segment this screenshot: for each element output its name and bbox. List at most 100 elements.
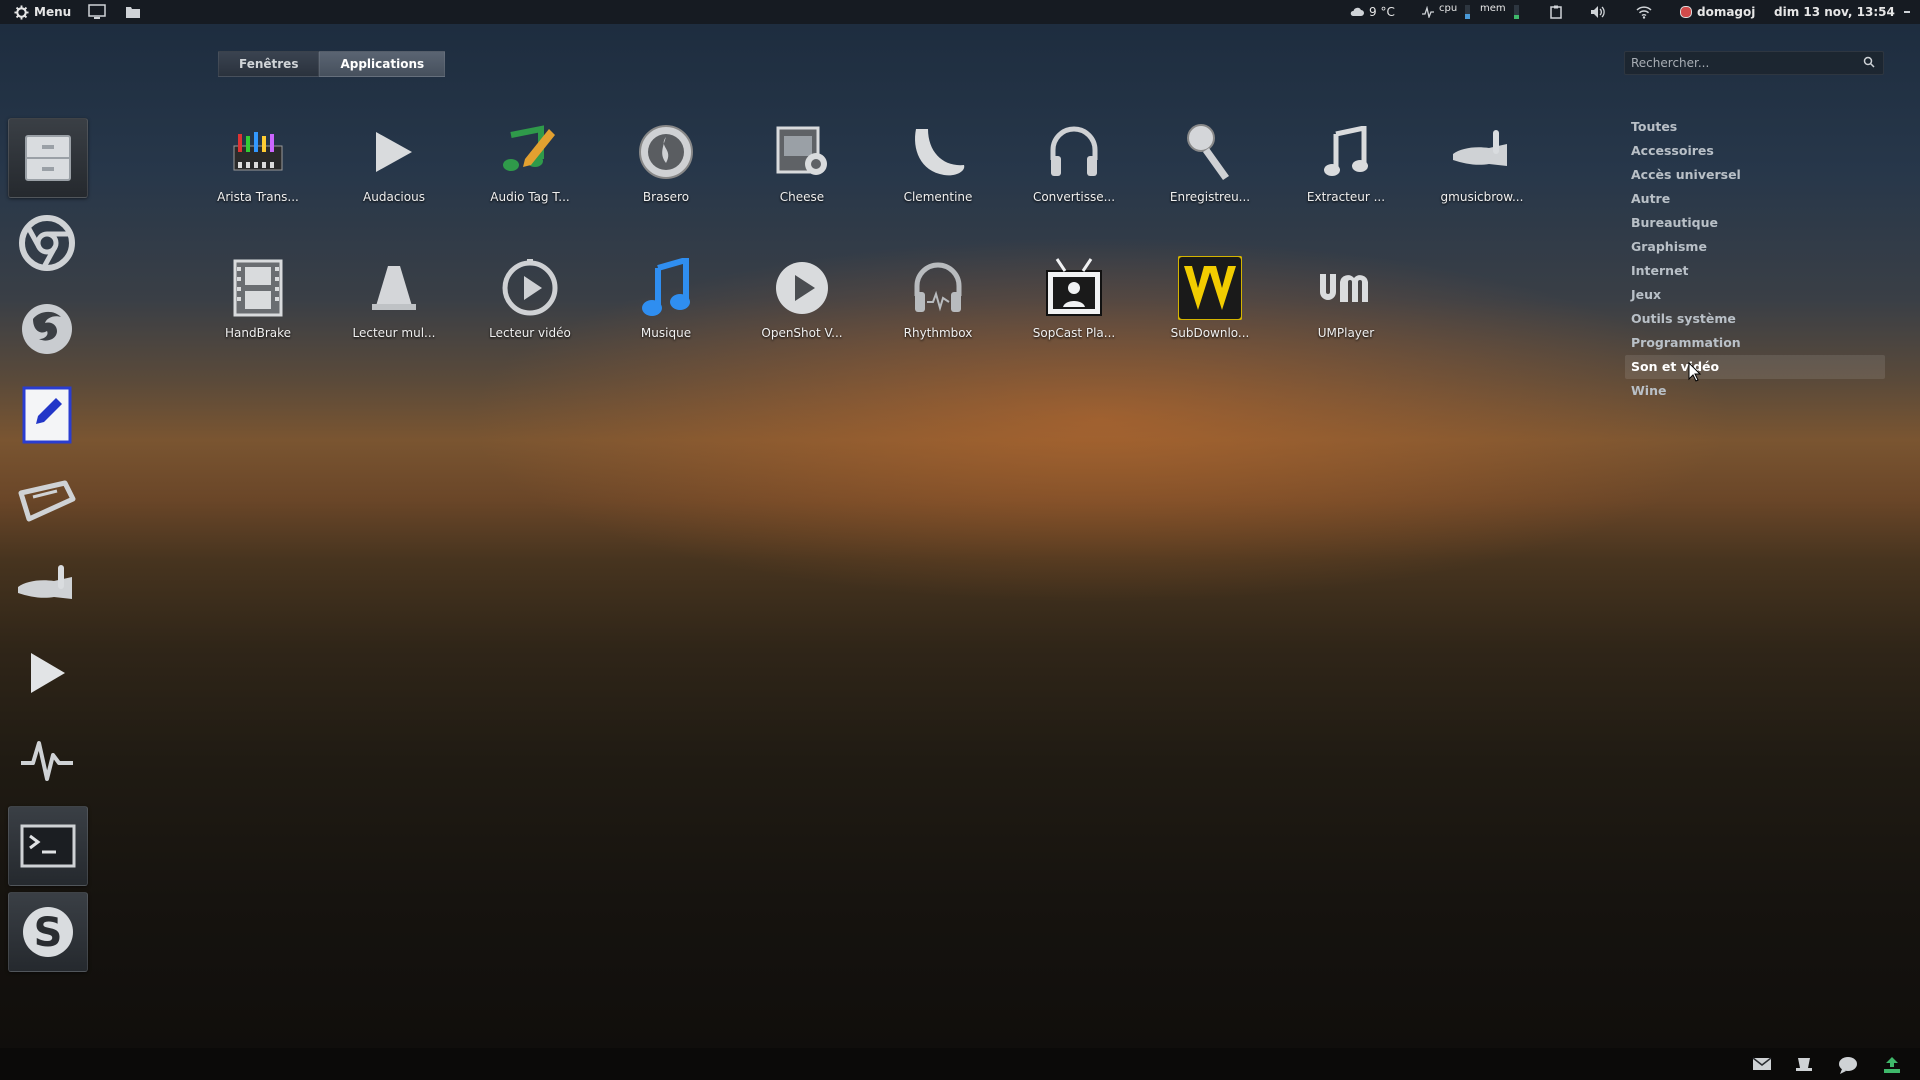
- category-jeux[interactable]: Jeux: [1625, 283, 1885, 307]
- app-label: Rhythmbox: [903, 326, 973, 340]
- app-extracteur[interactable]: Extracteur ...: [1278, 120, 1414, 230]
- app-umplayer[interactable]: UMPlayer: [1278, 256, 1414, 366]
- category-programmation[interactable]: Programmation: [1625, 331, 1885, 355]
- category-outils-systeme[interactable]: Outils système: [1625, 307, 1885, 331]
- dock-media-player[interactable]: [8, 634, 86, 712]
- app-label: Musique: [640, 326, 692, 340]
- search-input[interactable]: [1625, 55, 1853, 71]
- view-tabs: Fenêtres Applications: [218, 51, 446, 77]
- app-label: Brasero: [642, 190, 690, 204]
- brasero-icon: [639, 125, 693, 179]
- update-icon[interactable]: [1882, 1056, 1902, 1074]
- user-applet[interactable]: domagoj: [1680, 0, 1755, 24]
- rhythmbox-icon: [914, 262, 962, 312]
- files-button[interactable]: [126, 0, 140, 24]
- dock-terminal[interactable]: [8, 806, 88, 886]
- svg-text:S: S: [34, 910, 63, 956]
- app-enregistreur[interactable]: Enregistreu...: [1142, 120, 1278, 230]
- tab-applications[interactable]: Applications: [319, 51, 446, 77]
- app-audacious[interactable]: Audacious: [326, 120, 462, 230]
- category-accessoires[interactable]: Accessoires: [1625, 139, 1885, 163]
- clock-applet[interactable]: dim 13 nov, 13:54: [1774, 0, 1895, 24]
- app-label: Audacious: [363, 190, 425, 204]
- dash-icon: [1904, 11, 1910, 13]
- app-musique[interactable]: Musique: [598, 256, 734, 366]
- app-convertisseur[interactable]: Convertisse...: [1006, 120, 1142, 230]
- cpu-label: cpu: [1439, 2, 1458, 14]
- app-label: Lecteur vidéo: [489, 326, 571, 340]
- clementine-icon: [915, 129, 965, 176]
- app-cheese[interactable]: Cheese: [734, 120, 870, 230]
- top-panel: Menu 9 °C cpu mem domagoj dim 13 nov, 13…: [0, 0, 1920, 24]
- app-brasero[interactable]: Brasero: [598, 120, 734, 230]
- app-label: Extracteur ...: [1306, 190, 1386, 204]
- ticket-icon: [18, 480, 76, 522]
- category-son-et-video[interactable]: Son et vidéo: [1625, 355, 1885, 379]
- app-clementine[interactable]: Clementine: [870, 120, 1006, 230]
- dock-gmusicbrowser[interactable]: [8, 548, 86, 626]
- app-label: Cheese: [779, 190, 825, 204]
- system-monitor-icon: [21, 741, 73, 781]
- gmusicbrowser-dock-icon: [18, 565, 72, 599]
- app-label: gmusicbrow...: [1440, 190, 1524, 204]
- app-sopcast[interactable]: SopCast Pla...: [1006, 256, 1142, 366]
- cloud-icon: [1350, 7, 1364, 16]
- app-audio-tag[interactable]: Audio Tag T...: [462, 120, 598, 230]
- user-name: domagoj: [1697, 5, 1756, 19]
- volume-applet[interactable]: [1590, 0, 1606, 24]
- menu-button[interactable]: Menu: [14, 0, 71, 24]
- show-desktop-button[interactable]: [88, 0, 106, 24]
- search-box: [1624, 51, 1884, 75]
- app-lecteur-multimedia[interactable]: Lecteur mul...: [326, 256, 462, 366]
- mouse-pointer-icon: [1688, 362, 1702, 382]
- category-toutes[interactable]: Toutes: [1625, 115, 1885, 139]
- dock-firefox[interactable]: [8, 290, 86, 368]
- category-internet[interactable]: Internet: [1625, 259, 1885, 283]
- app-label: Enregistreu...: [1169, 190, 1251, 204]
- app-label: Lecteur mul...: [352, 326, 436, 340]
- openshot-icon: [776, 262, 828, 314]
- app-label: OpenShot V...: [761, 326, 843, 340]
- network-applet[interactable]: [1636, 0, 1652, 24]
- subdownloader-icon: [1178, 256, 1242, 320]
- mem-applet[interactable]: mem: [1480, 0, 1519, 24]
- volume-icon: [1591, 6, 1605, 18]
- app-subdownloader[interactable]: SubDownlo...: [1142, 256, 1278, 366]
- clipboard-applet[interactable]: [1550, 0, 1562, 24]
- tab-fenetres[interactable]: Fenêtres: [218, 51, 320, 77]
- app-label: Arista Trans...: [217, 190, 299, 204]
- chat-icon[interactable]: [1838, 1056, 1858, 1074]
- dock-file-cabinet[interactable]: [8, 118, 88, 198]
- cpu-applet[interactable]: cpu: [1422, 0, 1471, 24]
- search-icon[interactable]: [1863, 56, 1875, 68]
- app-lecteur-video[interactable]: Lecteur vidéo: [462, 256, 598, 366]
- firefox-icon: [22, 304, 72, 354]
- dock-system-monitor[interactable]: [8, 720, 86, 798]
- app-gmusicbrowser[interactable]: gmusicbrow...: [1414, 120, 1550, 230]
- gmusicbrowser-icon: [1453, 130, 1507, 166]
- category-acces-universel[interactable]: Accès universel: [1625, 163, 1885, 187]
- handbrake-icon: [233, 259, 283, 317]
- app-openshot[interactable]: OpenShot V...: [734, 256, 870, 366]
- app-rhythmbox[interactable]: Rhythmbox: [870, 256, 1006, 366]
- dock-chrome[interactable]: [8, 204, 86, 282]
- pin-icon[interactable]: [1794, 1056, 1814, 1072]
- music-note-icon: [1324, 126, 1368, 176]
- microphone-icon: [1187, 124, 1229, 180]
- category-graphisme[interactable]: Graphisme: [1625, 235, 1885, 259]
- category-wine[interactable]: Wine: [1625, 379, 1885, 403]
- cpu-usage-bar: [1465, 5, 1471, 19]
- mail-icon[interactable]: [1752, 1056, 1772, 1072]
- dock-ticket-app[interactable]: [8, 462, 86, 540]
- clock-text: dim 13 nov, 13:54: [1774, 5, 1895, 19]
- category-autre[interactable]: Autre: [1625, 187, 1885, 211]
- menu-label: Menu: [34, 5, 72, 19]
- dock-skype[interactable]: S: [8, 892, 88, 972]
- app-arista[interactable]: Arista Trans...: [190, 120, 326, 230]
- category-bureautique[interactable]: Bureautique: [1625, 211, 1885, 235]
- headphones-icon: [1050, 126, 1098, 176]
- weather-applet[interactable]: 9 °C: [1350, 0, 1395, 24]
- dock-text-editor[interactable]: [8, 376, 86, 454]
- panel-minimize-button[interactable]: [1904, 0, 1910, 24]
- app-handbrake[interactable]: HandBrake: [190, 256, 326, 366]
